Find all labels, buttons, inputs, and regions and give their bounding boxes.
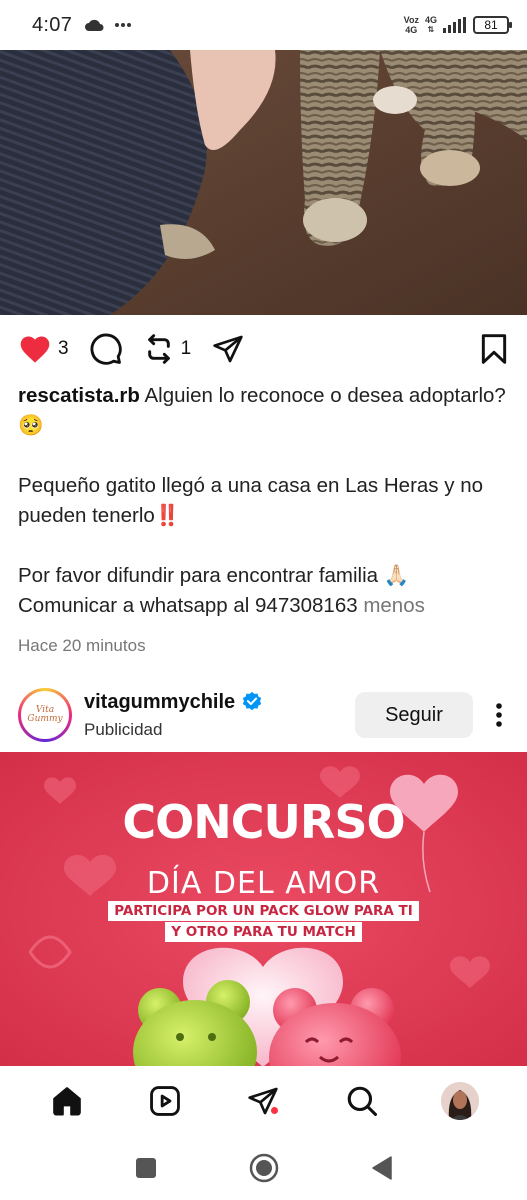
ad-band-1: PARTICIPA POR UN PACK GLOW PARA TI — [0, 901, 527, 921]
caption-paragraph-3: Por favor difundir para encontrar famili… — [18, 561, 513, 621]
nav-messages[interactable] — [238, 1076, 288, 1126]
nav-reels[interactable] — [140, 1076, 190, 1126]
status-system-icons: Voz 4G 4G ⇅ 81 — [404, 15, 512, 35]
save-button[interactable] — [479, 333, 509, 365]
nav-search[interactable] — [337, 1076, 387, 1126]
logo-text-2: Gummy — [27, 714, 63, 724]
cloud-icon — [85, 19, 104, 31]
back-icon[interactable] — [371, 1156, 393, 1180]
ad-band-2: Y OTRO PARA TU MATCH — [0, 922, 527, 942]
comment-button[interactable] — [89, 332, 123, 366]
reels-icon — [150, 1086, 181, 1116]
status-notifications — [84, 19, 132, 31]
ad-name-row: vitagummychile — [84, 691, 263, 714]
caption-username[interactable]: rescatista.rb — [18, 384, 140, 407]
volte-top-text: Voz — [403, 15, 419, 25]
post-photo[interactable] — [0, 50, 527, 315]
network-type-label: 4G ⇅ — [425, 15, 437, 35]
status-time: 4:07 — [32, 13, 73, 36]
send-icon — [213, 335, 243, 363]
sponsored-label: Publicidad — [84, 719, 163, 739]
bookmark-icon — [481, 334, 507, 364]
heart-icon — [20, 336, 50, 363]
ad-avatar-logo-container: Vita Gummy — [21, 691, 69, 739]
vitagummy-logo: Vita Gummy — [27, 706, 62, 724]
more-notifications-icon — [115, 23, 132, 27]
ad-account-info: vitagummychile Publicidad — [84, 691, 263, 740]
volte-bottom-text: 4G — [405, 25, 418, 35]
ad-account-name[interactable]: vitagummychile — [84, 691, 235, 714]
profile-avatar — [440, 1082, 479, 1120]
follow-button[interactable]: Seguir — [355, 692, 473, 738]
post-actions: 3 1 — [0, 325, 527, 373]
caption-paragraph-2: Pequeño gatito llegó a una casa en Las H… — [18, 471, 513, 531]
post-timestamp: Hace 20 minutos — [18, 636, 146, 655]
home-icon — [53, 1087, 81, 1116]
caption-paragraph-1: rescatista.rb Alguien lo reconoce o dese… — [18, 381, 513, 441]
repost-button[interactable]: 1 — [143, 333, 192, 365]
data-arrows-icon: ⇅ — [427, 25, 435, 34]
ad-band-text-2: Y OTRO PARA TU MATCH — [165, 922, 362, 942]
ad-header: Vita Gummy vitagummychile Publicidad Seg… — [0, 683, 527, 747]
ad-subtitle: DÍA DEL AMOR — [146, 866, 381, 901]
share-button[interactable] — [211, 333, 245, 365]
bottom-navigation — [0, 1066, 527, 1136]
battery-indicator: 81 — [473, 16, 512, 34]
less-link[interactable]: menos — [363, 594, 425, 617]
cat-photo-illustration — [0, 50, 527, 315]
nav-home[interactable] — [42, 1076, 92, 1126]
recent-apps-icon[interactable] — [135, 1157, 157, 1179]
ad-avatar[interactable]: Vita Gummy — [18, 688, 72, 742]
profile-photo — [440, 1082, 479, 1120]
like-button[interactable]: 3 — [18, 334, 69, 364]
comment-icon — [90, 333, 122, 365]
status-bar: 4:07 Voz 4G 4G ⇅ 81 — [0, 0, 527, 50]
verified-badge-icon — [243, 691, 262, 711]
repost-icon — [147, 334, 170, 364]
repost-count: 1 — [180, 338, 192, 359]
more-options-icon[interactable] — [495, 702, 503, 728]
caption-text-2: Pequeño gatito llegó a una casa en Las H… — [18, 474, 483, 527]
nav-profile[interactable] — [435, 1076, 485, 1126]
post-caption: rescatista.rb Alguien lo reconoce o dese… — [18, 381, 513, 621]
volte-label: Voz 4G — [404, 15, 419, 35]
home-circle-icon[interactable] — [249, 1153, 279, 1183]
caption-text-3: Por favor difundir para encontrar famili… — [18, 564, 410, 617]
search-icon — [347, 1086, 377, 1117]
signal-icon — [443, 17, 466, 33]
ad-band-text-1: PARTICIPA POR UN PACK GLOW PARA TI — [108, 901, 419, 921]
system-navigation — [0, 1136, 527, 1200]
ad-title: CONCURSO — [122, 795, 405, 849]
like-count: 3 — [58, 338, 69, 359]
network-type-text: 4G — [424, 15, 437, 25]
